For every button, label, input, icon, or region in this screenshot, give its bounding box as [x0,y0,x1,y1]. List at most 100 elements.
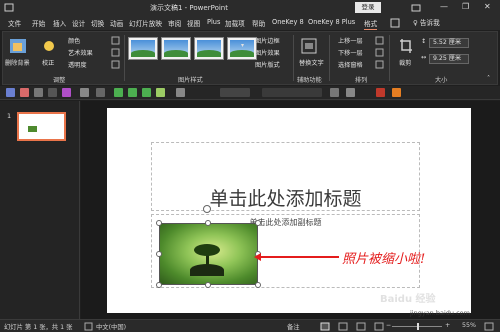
alt-text-icon[interactable] [301,38,317,54]
resize-handle-se[interactable] [255,282,261,288]
more-tools-icon[interactable] [330,88,339,97]
save-icon[interactable] [6,88,15,97]
correct-icon[interactable] [41,38,57,54]
crop-icon[interactable] [399,38,413,54]
change-picture-icon[interactable] [111,48,120,57]
tab-transitions[interactable]: 切换 [91,18,104,28]
color-tool-icon[interactable] [376,88,385,97]
rotate-handle[interactable] [203,205,211,213]
align-icon[interactable] [375,36,384,45]
shape-tool-icon[interactable] [142,88,151,97]
selected-picture[interactable] [159,223,258,285]
undo-icon[interactable] [80,88,89,97]
width-field[interactable]: 9.25 厘米 [429,54,469,64]
remove-background-button[interactable]: 删除背景 [5,58,30,67]
language-indicator[interactable]: 中文(中国) [96,322,126,331]
selection-pane-button[interactable]: 选择窗格 [338,60,363,69]
restore-button[interactable]: ❐ [462,2,469,11]
transparency-button[interactable]: 透明度 [68,60,87,69]
correct-button[interactable]: 校正 [42,58,54,67]
title-bar: 演示文稿1 - PowerPoint 登录 — ❐ ✕ [0,0,500,16]
slide-icon[interactable] [34,88,43,97]
tab-home[interactable]: 开始 [32,18,45,28]
resize-handle-sw[interactable] [156,282,162,288]
slide-thumbnail[interactable] [17,112,66,141]
close-button[interactable]: ✕ [484,2,491,11]
resize-handle-n[interactable] [205,220,211,226]
tab-design[interactable]: 设计 [72,18,85,28]
slideshow-view-icon[interactable] [374,322,384,331]
height-field[interactable]: 5.52 厘米 [429,38,469,48]
normal-view-icon[interactable] [320,322,330,331]
resize-handle-s[interactable] [205,282,211,288]
format-icon[interactable] [62,88,71,97]
text-tool-icon[interactable] [176,88,185,97]
login-button[interactable]: 登录 [355,2,381,13]
ribbon-display-icon[interactable] [410,2,424,14]
new-slide-icon[interactable] [20,88,29,97]
tab-file[interactable]: 文件 [8,18,21,28]
present-icon[interactable] [48,88,57,97]
font-size-icon[interactable] [262,88,322,97]
picture-effects-button[interactable]: 图片效果 [255,48,280,57]
reset-picture-icon[interactable] [111,60,120,69]
share-icon[interactable] [390,18,400,28]
resize-handle-ne[interactable] [255,220,261,226]
resize-handle-w[interactable] [156,251,162,257]
style-thumb-3[interactable] [194,37,224,60]
alt-text-button[interactable]: 替换文字 [299,58,324,67]
bold-icon[interactable] [346,88,355,97]
zoom-out-button[interactable]: − [386,322,391,329]
slide-thumbnail-panel: 1 [0,101,80,319]
picture-layout-button[interactable]: 图片版式 [255,60,280,69]
tab-plus[interactable]: Plus [207,18,220,26]
artistic-effects-button[interactable]: 艺术效果 [68,48,93,57]
fit-slide-icon[interactable] [484,322,494,331]
tab-addins[interactable]: 加载项 [225,18,245,28]
zoom-in-button[interactable]: + [445,322,450,329]
color-button[interactable]: 颜色 [68,36,80,45]
bring-forward-button[interactable]: 上移一层 [338,36,363,45]
minimize-button[interactable]: — [440,2,448,11]
zoom-slider-thumb[interactable] [417,323,419,330]
resize-handle-nw[interactable] [156,220,162,226]
slide-sorter-icon[interactable] [338,322,348,331]
collapse-ribbon-icon[interactable]: ˄ [487,75,490,82]
redo-icon[interactable] [96,88,105,97]
customize-icon[interactable] [392,88,401,97]
tab-onekey[interactable]: OneKey 8 [272,18,304,26]
style-gallery-more[interactable]: ▾ [241,42,244,49]
notes-button[interactable]: 备注 [287,322,300,331]
tab-format[interactable]: 格式 [364,18,378,30]
zoom-level[interactable]: 55% [462,322,476,329]
tab-animations[interactable]: 动画 [110,18,123,28]
crop-button[interactable]: 裁剪 [399,58,411,67]
quick-access-toolbar [0,86,500,100]
send-backward-button[interactable]: 下移一层 [338,48,363,57]
tab-review[interactable]: 审阅 [168,18,181,28]
tab-insert[interactable]: 插入 [53,18,66,28]
style-thumb-1[interactable] [128,37,158,60]
font-box-icon[interactable] [220,88,250,97]
remove-background-icon[interactable] [9,38,27,54]
compress-icon[interactable] [111,36,120,45]
tab-help[interactable]: 帮助 [252,18,265,28]
slide[interactable]: 单击此处添加标题 单击此处添加副标题 照片被缩小啦! [107,108,471,313]
chart-tool-icon[interactable] [156,88,165,97]
distribute-icon[interactable] [128,88,137,97]
callout-annotation: 照片被缩小啦! [342,252,426,267]
rotate-icon[interactable] [375,60,384,69]
picture-border-button[interactable]: 图片边框 [255,36,280,45]
spellcheck-icon[interactable] [84,322,93,331]
tab-onekey-plus[interactable]: OneKey 8 Plus [308,18,355,26]
group-divider [329,35,330,81]
title-placeholder[interactable]: 单击此处添加标题 [151,142,420,211]
tab-slideshow[interactable]: 幻灯片放映 [129,18,162,28]
align-tool-icon[interactable] [114,88,123,97]
autosave-icon[interactable] [4,2,18,14]
tell-me-search[interactable]: ♀ 告诉我 [413,17,440,27]
tab-view[interactable]: 视图 [187,18,200,28]
group-icon[interactable] [375,48,384,57]
reading-view-icon[interactable] [356,322,366,331]
style-thumb-2[interactable] [161,37,191,60]
